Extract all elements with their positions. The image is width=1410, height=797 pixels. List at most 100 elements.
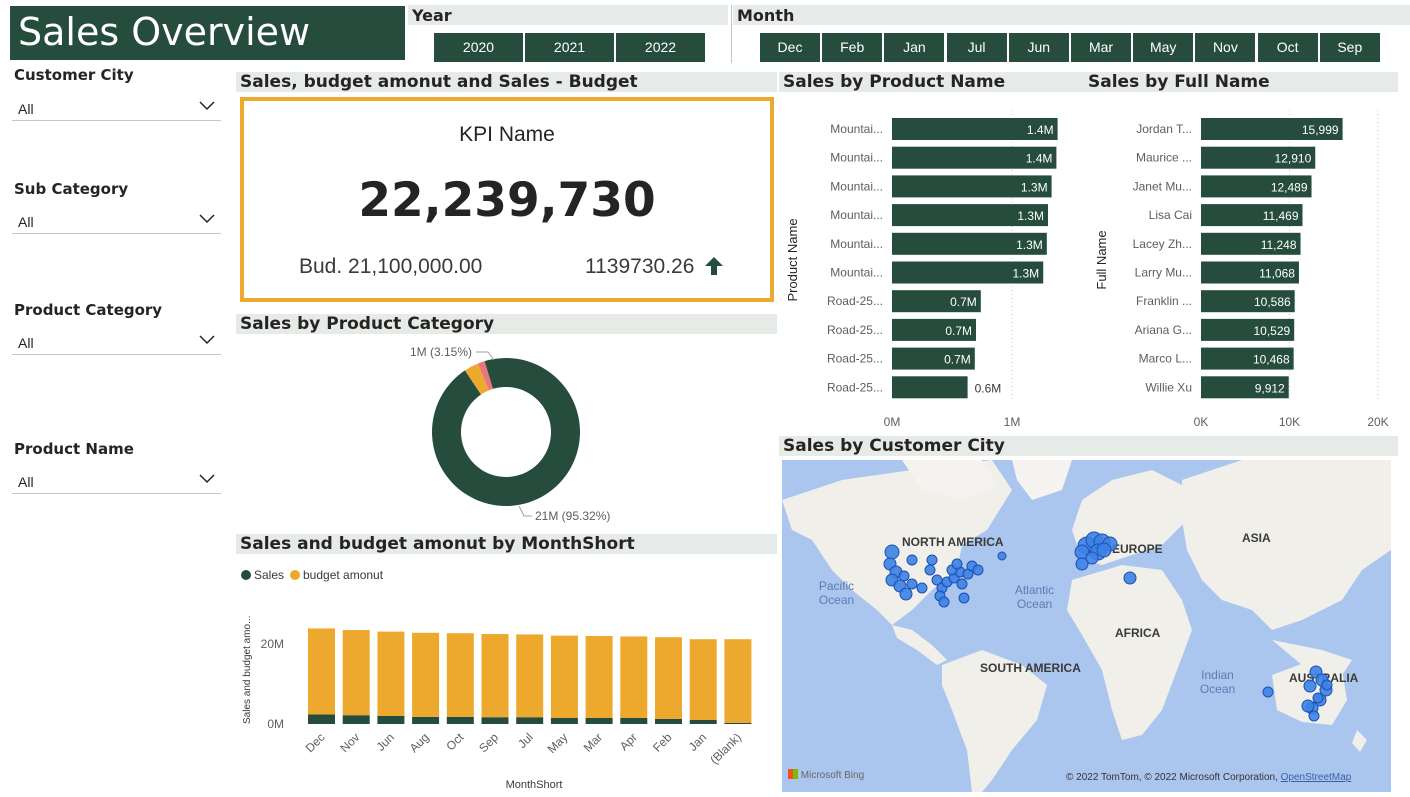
bar-budget[interactable] — [377, 631, 405, 716]
bar-budget[interactable] — [412, 632, 440, 717]
city-bubble[interactable] — [884, 544, 900, 560]
city-bubble[interactable] — [951, 558, 963, 570]
city-bubble[interactable] — [956, 578, 968, 590]
data-label: 1.3M — [1016, 238, 1043, 252]
customer-city-map[interactable]: NORTH AMERICA EUROPE ASIA AFRICA SOUTH A… — [782, 460, 1391, 792]
microsoft-logo-icon — [788, 769, 798, 779]
month-button-oct[interactable]: Oct — [1257, 33, 1318, 62]
bar-budget[interactable] — [342, 630, 370, 716]
city-bubble[interactable] — [906, 554, 918, 566]
bar-sales[interactable] — [655, 718, 682, 724]
product-name-dropdown[interactable]: All — [12, 467, 221, 494]
city-bubble[interactable] — [958, 592, 970, 604]
year-button-2020[interactable]: 2020 — [434, 33, 523, 62]
bar-sales[interactable] — [412, 716, 440, 724]
category-label: Ariana G... — [1135, 323, 1192, 337]
bar-sales[interactable] — [724, 722, 752, 724]
month-button-sep[interactable]: Sep — [1319, 33, 1380, 62]
city-bubble[interactable] — [1301, 699, 1315, 713]
city-bubble[interactable] — [1123, 571, 1137, 585]
openstreetmap-link[interactable]: OpenStreetMap — [1281, 772, 1352, 783]
month-button-dec[interactable]: Dec — [760, 33, 820, 62]
donut-slice[interactable] — [432, 358, 580, 506]
city-bubble[interactable] — [899, 587, 913, 601]
bar-budget[interactable] — [655, 637, 682, 719]
city-bubble[interactable] — [916, 582, 928, 594]
month-button-mar[interactable]: Mar — [1071, 33, 1131, 62]
bing-logo: Microsoft Bing — [788, 769, 864, 781]
month-button-jan[interactable]: Jan — [884, 33, 945, 62]
x-tick-label: Jun — [373, 730, 397, 754]
month-button-feb[interactable]: Feb — [822, 33, 883, 62]
month-button-may[interactable]: May — [1133, 33, 1194, 62]
city-bubble[interactable] — [972, 564, 984, 576]
city-bubble[interactable] — [1321, 679, 1333, 691]
bar-budget[interactable] — [724, 639, 752, 723]
city-bubble[interactable] — [1308, 710, 1320, 722]
bar-sales[interactable] — [585, 718, 613, 724]
kpi-budget: Bud. 21,100,000.00 — [299, 255, 483, 278]
slicer-divider — [731, 5, 732, 63]
city-bubble[interactable] — [906, 578, 918, 590]
x-tick-label: 1M — [1004, 415, 1021, 429]
city-bubble[interactable] — [1303, 679, 1317, 693]
city-bubble[interactable] — [938, 596, 950, 608]
city-bubble[interactable] — [997, 551, 1007, 561]
kpi-value: 22,239,730 — [358, 173, 656, 228]
category-label: Road-25... — [827, 380, 883, 394]
sub-category-slicer-label: Sub Category — [14, 180, 129, 198]
x-tick-label: Jul — [515, 730, 536, 751]
sub-category-dropdown[interactable]: All — [12, 207, 221, 234]
legend-budget-label: budget amonut — [303, 568, 384, 582]
bar-sales[interactable] — [446, 716, 474, 724]
city-bubble[interactable] — [1096, 542, 1112, 558]
bar-sales[interactable] — [377, 716, 405, 724]
x-tick-label: May — [545, 730, 571, 756]
bar[interactable] — [892, 376, 968, 399]
x-tick-label: Apr — [617, 730, 640, 753]
bar-sales[interactable] — [481, 717, 509, 724]
report-title: Sales Overview — [18, 10, 311, 54]
product-category-dropdown[interactable]: All — [12, 328, 221, 355]
bar-sales[interactable] — [516, 717, 544, 724]
city-bubble[interactable] — [1075, 557, 1089, 571]
bar-sales[interactable] — [342, 715, 370, 724]
bar-sales[interactable] — [308, 714, 335, 724]
customer-city-dropdown[interactable]: All — [12, 94, 221, 121]
city-bubble[interactable] — [1262, 686, 1274, 698]
data-label: 10,529 — [1253, 324, 1290, 338]
bar-budget[interactable] — [620, 636, 648, 718]
bar-budget[interactable] — [585, 636, 613, 718]
month-button-jun[interactable]: Jun — [1008, 33, 1069, 62]
full-name-bar-chart: 0K 10K 20K Full Name Jordan T... 15,999 Mauric… — [1094, 110, 1389, 429]
month-chart-header: Sales and budget amonut by MonthShort — [236, 534, 777, 554]
map-attribution-text: © 2022 TomTom, © 2022 Microsoft Corporat… — [1066, 772, 1278, 783]
full-name-chart-title: Sales by Full Name — [1088, 72, 1270, 92]
bar-budget[interactable] — [550, 635, 578, 718]
bar-budget[interactable] — [516, 634, 544, 718]
month-button-jul[interactable]: Jul — [946, 33, 1007, 62]
bar-sales[interactable] — [550, 718, 578, 724]
bar-budget[interactable] — [481, 634, 509, 718]
city-bubbles[interactable] — [782, 460, 1391, 792]
bar-sales[interactable] — [620, 718, 648, 724]
year-button-2022[interactable]: 2022 — [616, 33, 705, 62]
bar-budget[interactable] — [446, 633, 474, 717]
year-button-2021[interactable]: 2021 — [525, 33, 614, 62]
city-bubble[interactable] — [1312, 692, 1324, 704]
kpi-card[interactable]: KPI Name 22,239,730 Bud. 21,100,000.00 1… — [240, 97, 774, 302]
x-tick-label: Aug — [407, 730, 432, 755]
y-axis-title: Product Name — [785, 218, 800, 301]
donut-label: 21M (95.32%) — [535, 509, 610, 523]
city-bubble[interactable] — [926, 554, 938, 566]
y-tick-label: 0M — [267, 717, 284, 731]
x-tick-label: Feb — [650, 730, 675, 755]
bar-budget[interactable] — [689, 639, 717, 720]
bar-budget[interactable] — [308, 628, 335, 715]
month-slicer-header: Month — [733, 5, 1410, 25]
month-button-nov[interactable]: Nov — [1195, 33, 1256, 62]
bar-sales[interactable] — [689, 720, 717, 724]
city-bubble[interactable] — [898, 570, 910, 582]
data-label: 11,469 — [1263, 209, 1299, 223]
city-bubble[interactable] — [924, 564, 936, 576]
